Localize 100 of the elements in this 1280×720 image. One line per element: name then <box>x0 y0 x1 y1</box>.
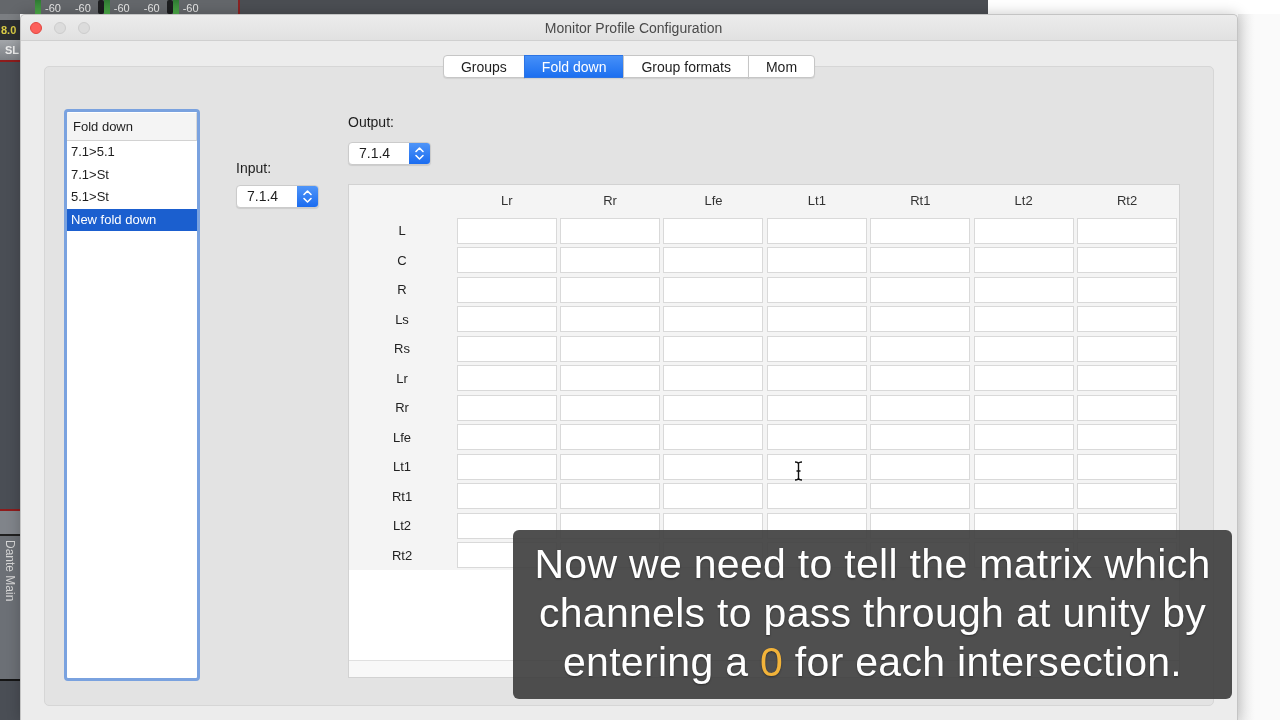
list-item[interactable]: 7.1>5.1 <box>67 141 197 164</box>
matrix-input-field[interactable] <box>973 335 1074 362</box>
matrix-input-field[interactable] <box>973 394 1074 421</box>
row-header: C <box>396 251 408 270</box>
matrix-input-field[interactable] <box>973 365 1074 392</box>
matrix-input-field[interactable] <box>973 306 1074 333</box>
list-item[interactable]: New fold down <box>67 208 197 231</box>
matrix-input-field[interactable] <box>456 453 557 480</box>
matrix-input-field[interactable] <box>456 247 557 274</box>
matrix-input-field[interactable] <box>1077 483 1178 510</box>
minimize-button[interactable] <box>54 21 66 34</box>
row-header: Rt1 <box>390 487 414 506</box>
matrix-input-field[interactable] <box>973 453 1074 480</box>
matrix-input-field[interactable] <box>663 306 764 333</box>
matrix-input-field[interactable] <box>870 394 971 421</box>
matrix-input-field[interactable] <box>1077 335 1178 362</box>
matrix-input-field[interactable] <box>870 365 971 392</box>
matrix-input-field[interactable] <box>456 306 557 333</box>
matrix-input-field[interactable] <box>870 424 971 451</box>
matrix-input-field[interactable] <box>456 365 557 392</box>
matrix-input-field[interactable] <box>560 335 661 362</box>
matrix-input-field[interactable] <box>663 335 764 362</box>
row-header: Lt1 <box>391 458 413 477</box>
matrix-input-field[interactable] <box>766 247 867 274</box>
matrix-input-field[interactable] <box>870 247 971 274</box>
matrix-input-field[interactable] <box>560 424 661 451</box>
matrix-input-field[interactable] <box>1077 424 1178 451</box>
matrix-input-field[interactable] <box>560 247 661 274</box>
matrix-input-field[interactable] <box>456 276 557 303</box>
matrix-input-field[interactable] <box>870 483 971 510</box>
matrix-input-field[interactable] <box>663 217 764 244</box>
input-dropdown[interactable]: 7.1.4 <box>236 185 319 208</box>
tab[interactable]: Mom <box>747 55 816 78</box>
matrix-input-field[interactable] <box>663 394 764 421</box>
matrix-input-field[interactable] <box>456 335 557 362</box>
matrix-input-field[interactable] <box>766 453 867 480</box>
meter-reading: -60 <box>113 1 130 14</box>
matrix-input-field[interactable] <box>663 247 764 274</box>
close-button[interactable] <box>30 21 42 34</box>
matrix-input-field[interactable] <box>973 217 1074 244</box>
text-cursor-icon <box>794 461 803 481</box>
output-dropdown[interactable]: 7.1.4 <box>348 142 431 165</box>
strip-section <box>0 14 20 20</box>
column-header: Lfe <box>703 192 724 210</box>
row-header: Ls <box>394 310 410 329</box>
matrix-input-field[interactable] <box>560 365 661 392</box>
matrix-input-field[interactable] <box>766 276 867 303</box>
matrix-input-field[interactable] <box>560 394 661 421</box>
matrix-input-field[interactable] <box>1077 276 1178 303</box>
matrix-input-field[interactable] <box>560 306 661 333</box>
list-item[interactable]: 7.1>St <box>67 163 197 186</box>
matrix-input-field[interactable] <box>456 424 557 451</box>
matrix-input-field[interactable] <box>973 483 1074 510</box>
matrix-input-field[interactable] <box>766 335 867 362</box>
matrix-input-field[interactable] <box>1077 306 1178 333</box>
subtitle-toast: Now we need to tell the matrix which channels to pass through at unity by entering a 0 for each intersection. <box>513 530 1232 699</box>
meter-reading: -60 <box>143 1 160 14</box>
matrix-input-field[interactable] <box>766 424 867 451</box>
matrix-input-field[interactable] <box>870 335 971 362</box>
row-header: R <box>396 281 408 300</box>
matrix-input-field[interactable] <box>560 483 661 510</box>
tab[interactable]: Fold down <box>523 55 625 78</box>
matrix-input-field[interactable] <box>870 453 971 480</box>
zoom-button[interactable] <box>78 21 90 34</box>
matrix-input-field[interactable] <box>766 394 867 421</box>
matrix-input-field[interactable] <box>1077 365 1178 392</box>
column-header: Lt1 <box>806 192 827 210</box>
matrix-input-field[interactable] <box>560 217 661 244</box>
column-header: Rt1 <box>909 192 932 210</box>
matrix-input-field[interactable] <box>870 276 971 303</box>
matrix-input-field[interactable] <box>870 217 971 244</box>
matrix-input-field[interactable] <box>663 276 764 303</box>
tab[interactable]: Groups <box>442 55 525 78</box>
matrix-input-field[interactable] <box>456 217 557 244</box>
matrix-input-field[interactable] <box>1077 217 1178 244</box>
matrix-input-field[interactable] <box>560 453 661 480</box>
matrix-input-field[interactable] <box>663 365 764 392</box>
matrix-input-field[interactable] <box>766 306 867 333</box>
matrix-input-field[interactable] <box>456 394 557 421</box>
matrix-input-field[interactable] <box>560 276 661 303</box>
matrix-input-field[interactable] <box>766 217 867 244</box>
level-meter-icon <box>35 0 41 14</box>
matrix-input-field[interactable] <box>663 424 764 451</box>
matrix-input-field[interactable] <box>766 365 867 392</box>
matrix-input-field[interactable] <box>1077 247 1178 274</box>
list-header: Fold down <box>67 113 197 141</box>
matrix-input-field[interactable] <box>663 483 764 510</box>
matrix-input-field[interactable] <box>1077 394 1178 421</box>
matrix-input-field[interactable] <box>456 483 557 510</box>
matrix-input-field[interactable] <box>1077 453 1178 480</box>
matrix-input-field[interactable] <box>766 483 867 510</box>
matrix-input-field[interactable] <box>973 424 1074 451</box>
list-item[interactable]: 5.1>St <box>67 186 197 209</box>
matrix-input-field[interactable] <box>973 247 1074 274</box>
row-header: Lt2 <box>391 517 413 536</box>
tab[interactable]: Group formats <box>623 55 749 78</box>
matrix-input-field[interactable] <box>870 306 971 333</box>
matrix-input-field[interactable] <box>663 453 764 480</box>
matrix-input-field[interactable] <box>973 276 1074 303</box>
column-header: Lr <box>499 192 514 210</box>
